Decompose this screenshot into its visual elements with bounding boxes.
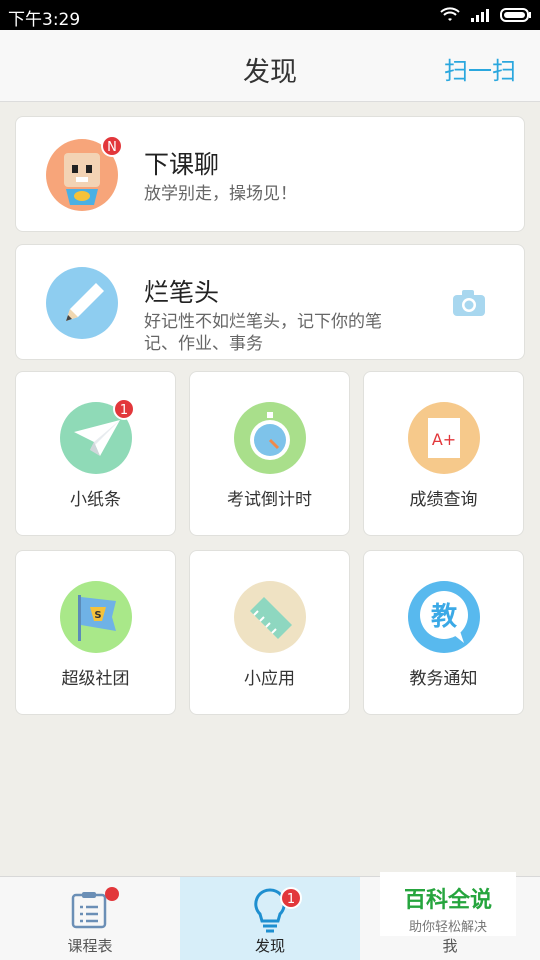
notification-badge: 1 — [113, 398, 135, 420]
tile-label: 小纸条 — [70, 490, 121, 510]
tab-label: 我 — [442, 937, 458, 955]
ruler-icon — [234, 581, 306, 653]
tile-label: 超级社团 — [61, 669, 130, 689]
tile-label: 教务通知 — [409, 669, 478, 689]
tab-schedule[interactable]: 课程表 — [0, 877, 180, 960]
tile-label: 成绩查询 — [409, 490, 478, 510]
tab-discover[interactable]: 1 发现 — [180, 877, 360, 960]
watermark: 百科全说 助你轻松解决 — [380, 872, 516, 936]
scan-button[interactable]: 扫一扫 — [444, 51, 516, 86]
new-badge: N — [101, 135, 123, 157]
tile-label: 小应用 — [244, 669, 295, 689]
tile-notes[interactable]: 1 小纸条 — [15, 371, 176, 536]
status-bar: 下午3:29 — [0, 0, 540, 30]
tile-grades[interactable]: A+ 成绩查询 — [363, 371, 524, 536]
flag-icon: S — [60, 581, 132, 653]
dot-badge — [105, 887, 119, 901]
stopwatch-icon — [234, 402, 306, 474]
notice-bubble-icon: 教 — [408, 581, 480, 653]
tile-clubs[interactable]: S 超级社团 — [15, 550, 176, 715]
card-title: 下课聊 — [144, 150, 220, 179]
grade-paper-icon: A+ — [408, 402, 480, 474]
card-subtitle: 好记性不如烂笔头，记下你的笔记、作业、事务 — [144, 312, 382, 354]
wifi-icon — [440, 7, 460, 21]
watermark-subtitle: 助你轻松解决 — [408, 920, 487, 935]
card-title: 烂笔头 — [144, 278, 220, 307]
tile-academic-notices[interactable]: 教 教务通知 — [363, 550, 524, 715]
chat-card[interactable]: N 下课聊 放学别走，操场见！ — [15, 116, 525, 232]
tab-label: 发现 — [254, 937, 285, 955]
notes-card[interactable]: 烂笔头 好记性不如烂笔头，记下你的笔记、作业、事务 — [15, 244, 525, 360]
tile-label: 考试倒计时 — [227, 490, 312, 510]
signal-icon — [471, 9, 489, 22]
tab-label: 课程表 — [67, 937, 113, 955]
battery-icon — [500, 8, 531, 22]
pencil-icon — [46, 267, 118, 339]
club-badge-text: S — [94, 610, 101, 621]
watermark-title: 百科全说 — [403, 888, 492, 913]
tile-mini-apps[interactable]: 小应用 — [189, 550, 350, 715]
notification-badge: 1 — [280, 887, 302, 909]
tile-exam-countdown[interactable]: 考试倒计时 — [189, 371, 350, 536]
status-icons — [440, 7, 532, 23]
nav-bar: 发现 扫一扫 — [0, 30, 540, 102]
notice-text: 教 — [431, 602, 457, 632]
card-subtitle: 放学别走，操场见！ — [144, 184, 297, 204]
camera-icon[interactable] — [452, 289, 486, 317]
status-time: 下午3:29 — [8, 10, 81, 30]
grade-text: A+ — [432, 430, 456, 449]
